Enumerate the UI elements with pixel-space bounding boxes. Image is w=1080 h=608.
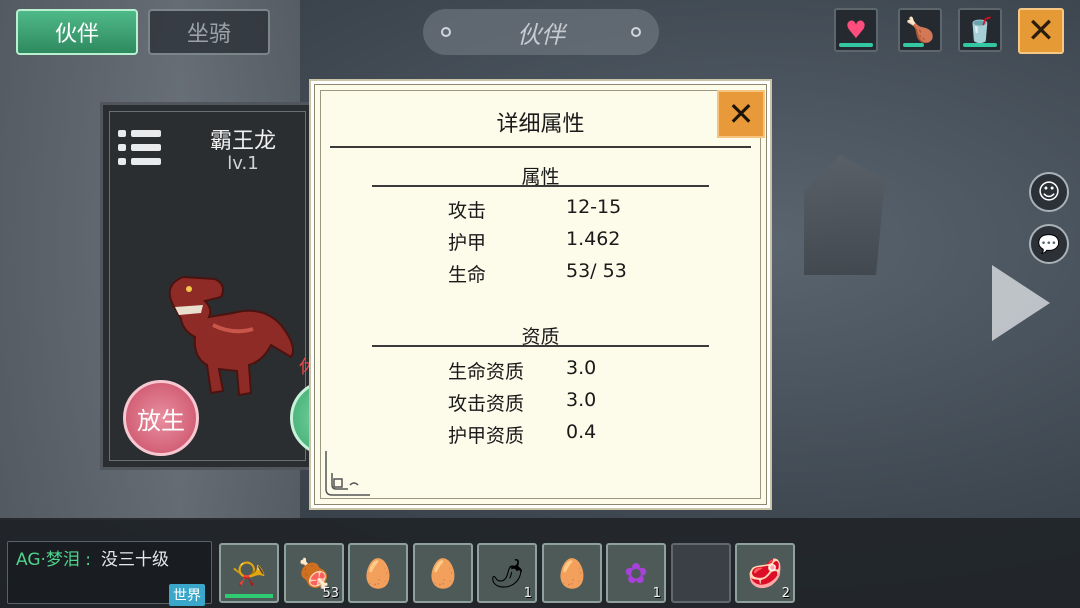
item-count: 1 [523,586,532,601]
attr-label: 护甲 [448,232,487,254]
attr-label: 生命 [448,264,487,286]
chat-message: 没三十级 [101,550,169,570]
divider [372,345,709,347]
emoji-button[interactable]: ☺ [1029,172,1069,212]
heart-icon: ♥ [845,16,867,44]
hotbar-slot-egg[interactable]: 🥚 [348,543,408,603]
pet-panel: 霸王龙 lv.1 休 放生 [100,102,366,470]
pet-egg-icon: 🥚 [360,556,396,590]
dialog-frame [320,90,761,499]
close-button[interactable]: ✕ [1018,8,1064,54]
pet-egg-icon: 🥚 [554,556,590,590]
horn-icon: 📯 [231,556,267,590]
attr-value: 12-15 [566,196,622,218]
item-count: 53 [322,586,339,601]
hotbar-slot-meat[interactable]: 🥩 2 [735,543,795,603]
hunger-button[interactable]: 🍗 [898,8,942,52]
durability-bar [225,594,273,598]
close-icon: ✕ [727,95,755,133]
hunger-bar [903,43,924,47]
thirst-bar [963,43,997,47]
chili-pepper-icon: 🌶 [489,556,525,590]
health-bar [839,43,873,47]
pill-decoration [631,27,641,37]
steak-dish-icon: 🍖 [296,556,332,590]
purple-flower-icon: ✿ [624,556,648,590]
attr-label: 攻击 [448,200,487,222]
aptitude-value: 0.4 [566,421,597,443]
raw-meat-icon: 🥩 [747,556,783,590]
attr-value: 1.462 [566,228,621,250]
chat-box[interactable]: AG·梦泪 : 没三十级 世界 [7,541,212,606]
release-button[interactable]: 放生 [123,380,199,456]
pill-decoration [441,27,451,37]
corner-ornament [325,451,370,496]
attr-value: 53/ 53 [566,260,627,282]
list-menu-icon[interactable] [118,127,162,169]
dialog-title: 详细属性 [496,112,585,137]
aptitude-label: 护甲资质 [448,425,525,447]
tab-partner[interactable]: 伙伴 [16,9,138,55]
hotbar-slot-empty[interactable] [671,543,731,603]
item-count: 2 [781,586,790,601]
aptitude-value: 3.0 [566,357,597,379]
tab-mount[interactable]: 坐骑 [148,9,270,55]
thirst-button[interactable]: 🥤 [958,8,1002,52]
chat-sender: AG·梦泪 : [16,550,92,570]
page-title-text: 伙伴 [517,20,565,49]
hotbar-slot-flower[interactable]: ✿ 1 [606,543,666,603]
close-icon: ✕ [1026,11,1056,51]
pet-name: 霸王龙 [209,129,276,154]
hotbar-slot-horn[interactable]: 📯 [219,543,279,603]
stone-pillar [804,155,885,275]
smile-icon: ☺ [1037,179,1061,205]
item-count: 1 [652,586,661,601]
channel-badge: 世界 [169,584,205,606]
page-title: 伙伴 [423,9,659,55]
aptitude-label: 生命资质 [448,361,525,383]
attribute-dialog: 详细属性 ✕ 属性 攻击 12-15 护甲 1.462 生命 53/ 53 资质… [309,79,772,510]
aptitude-value: 3.0 [566,389,597,411]
chat-button[interactable]: 💬 [1029,224,1069,264]
pet-egg-icon: 🥚 [425,556,461,590]
chat-bubble-icon: 💬 [1037,233,1061,255]
hotbar-slot-steak[interactable]: 🍖 53 [284,543,344,603]
heart-button[interactable]: ♥ [834,8,878,52]
hotbar-slot-egg[interactable]: 🥚 [542,543,602,603]
hotbar-slot-egg[interactable]: 🥚 [413,543,473,603]
pet-level: lv.1 [227,153,259,174]
hotbar-slot-chili[interactable]: 🌶 1 [477,543,537,603]
divider [330,146,751,148]
divider [372,185,709,187]
drumstick-icon: 🍗 [905,16,935,44]
next-arrow-icon[interactable] [992,265,1050,341]
water-cup-icon: 🥤 [965,16,995,44]
aptitude-label: 攻击资质 [448,393,525,415]
dialog-close-button[interactable]: ✕ [717,90,765,138]
